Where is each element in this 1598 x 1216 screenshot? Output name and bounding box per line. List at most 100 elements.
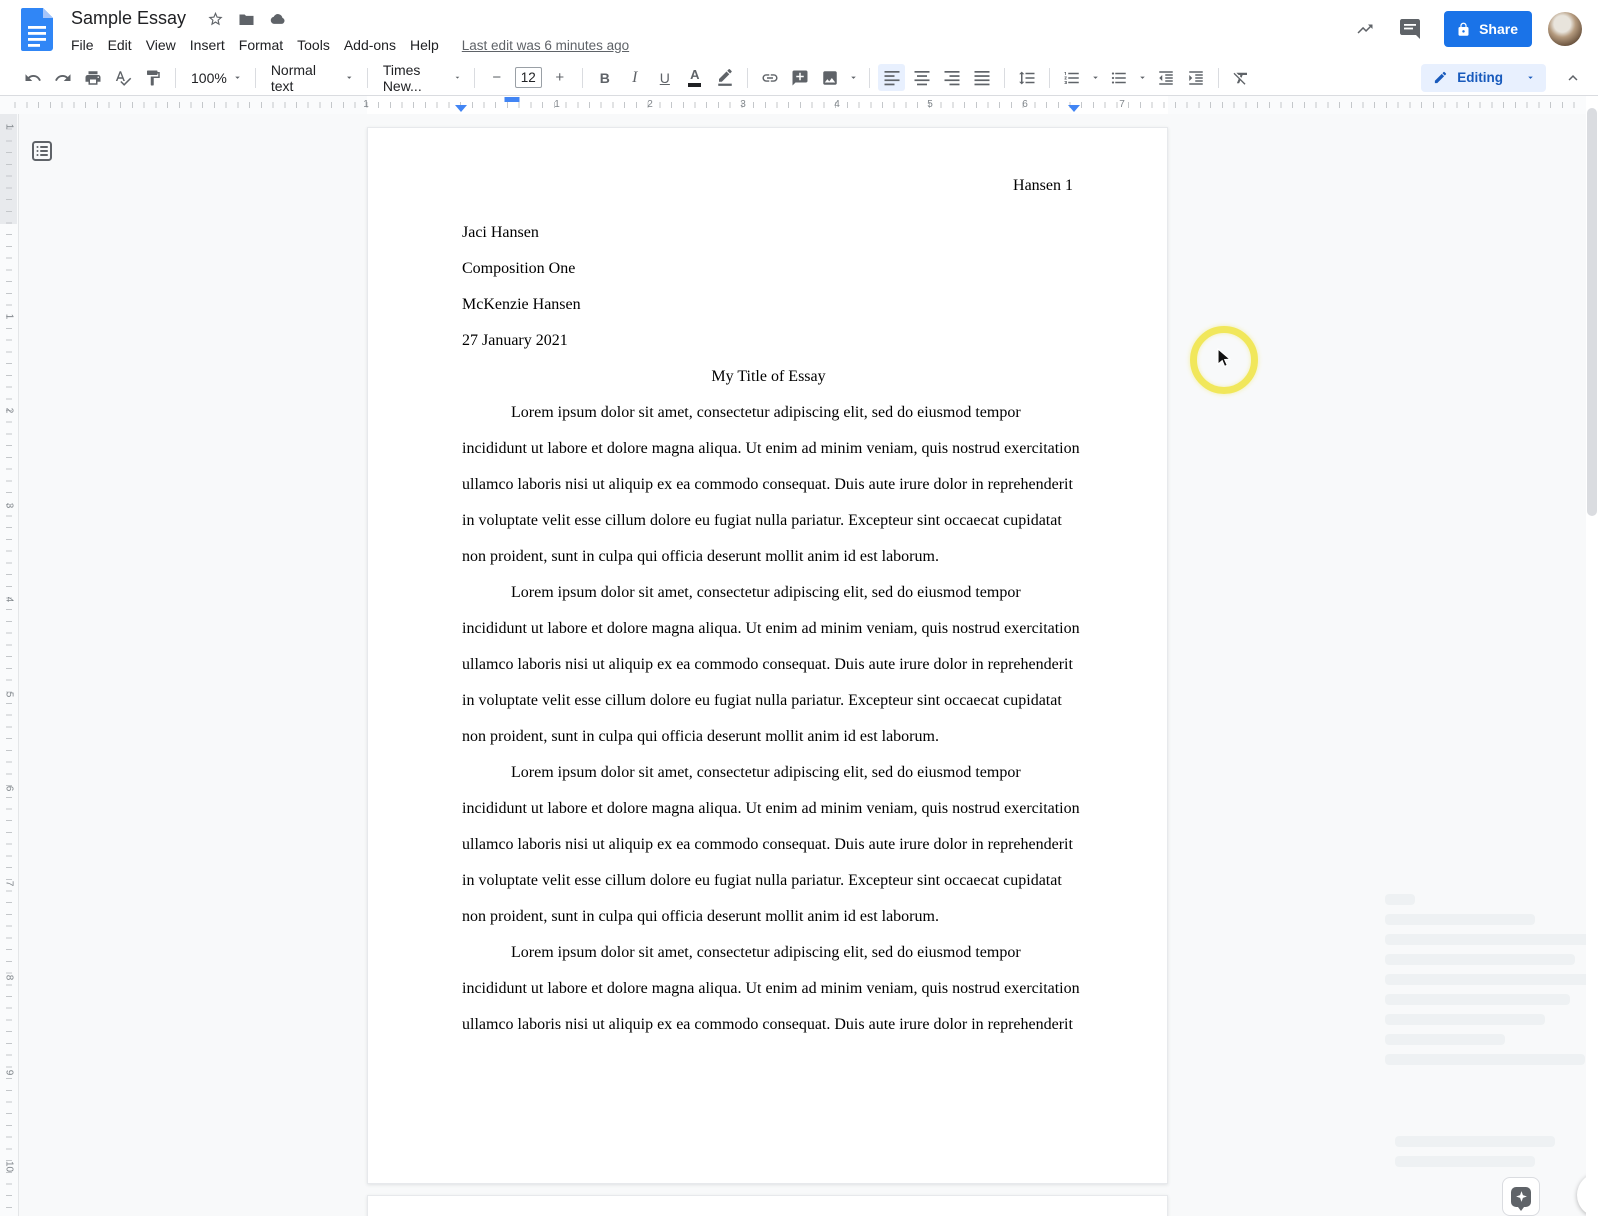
hide-menus-button[interactable] bbox=[1560, 65, 1586, 91]
menu-edit[interactable]: Edit bbox=[101, 34, 139, 56]
document-line[interactable]: in voluptate velit esse cillum dolore eu… bbox=[462, 863, 1075, 899]
document-line[interactable]: ullamco laboris nisi ut aliquip ex ea co… bbox=[462, 1007, 1075, 1043]
first-line-indent-marker[interactable] bbox=[504, 97, 520, 102]
document-line[interactable]: ullamco laboris nisi ut aliquip ex ea co… bbox=[462, 827, 1075, 863]
spell-check-button[interactable] bbox=[110, 64, 137, 91]
decrease-indent-button[interactable] bbox=[1152, 64, 1179, 91]
document-line[interactable]: Lorem ipsum dolor sit amet, consectetur … bbox=[462, 755, 1075, 791]
document-line[interactable]: ullamco laboris nisi ut aliquip ex ea co… bbox=[462, 467, 1075, 503]
share-button[interactable]: Share bbox=[1444, 11, 1532, 47]
document-line[interactable]: Lorem ipsum dolor sit amet, consectetur … bbox=[462, 935, 1075, 971]
page-2[interactable] bbox=[367, 1195, 1168, 1216]
print-button[interactable] bbox=[80, 64, 107, 91]
text-color-button[interactable]: A bbox=[681, 64, 708, 91]
document-title-line[interactable]: My Title of Essay bbox=[462, 359, 1075, 395]
right-indent-marker[interactable] bbox=[1068, 105, 1080, 112]
vruler-label: 6 bbox=[3, 785, 15, 792]
redo-button[interactable] bbox=[50, 64, 77, 91]
menu-format[interactable]: Format bbox=[232, 34, 290, 56]
document-line[interactable]: non proident, sunt in culpa qui officia … bbox=[462, 719, 1075, 755]
hruler-label: 1 bbox=[554, 98, 560, 110]
document-line[interactable]: incididunt ut labore et dolore magna ali… bbox=[462, 791, 1080, 827]
numbered-list-dropdown[interactable] bbox=[1088, 64, 1102, 91]
document-line[interactable]: incididunt ut labore et dolore magna ali… bbox=[462, 971, 1080, 1007]
paragraph-style-select[interactable]: Normal text bbox=[263, 62, 360, 94]
editing-mode-button[interactable]: Editing bbox=[1421, 63, 1546, 92]
document-line[interactable]: Composition One bbox=[462, 251, 1075, 287]
document-line[interactable]: in voluptate velit esse cillum dolore eu… bbox=[462, 683, 1075, 719]
insights-icon[interactable] bbox=[1356, 20, 1374, 38]
menu-insert[interactable]: Insert bbox=[183, 34, 232, 56]
bold-button[interactable]: B bbox=[591, 64, 618, 91]
document-line[interactable]: non proident, sunt in culpa qui officia … bbox=[462, 899, 1075, 935]
italic-button[interactable]: I bbox=[621, 64, 648, 91]
vertical-ruler[interactable]: 1 1 2 3 4 5 6 7 8 9 10 bbox=[0, 114, 19, 1216]
font-family-select[interactable]: Times New... bbox=[375, 62, 467, 94]
document-line[interactable]: Jaci Hansen bbox=[462, 215, 1075, 251]
chevron-down-icon bbox=[347, 76, 352, 79]
justify-button[interactable] bbox=[968, 64, 995, 91]
explore-button[interactable] bbox=[1502, 1177, 1540, 1216]
cloud-saved-icon[interactable] bbox=[269, 10, 286, 27]
comments-icon[interactable] bbox=[1398, 17, 1422, 41]
document-line[interactable]: Lorem ipsum dolor sit amet, consectetur … bbox=[462, 575, 1075, 611]
menu-help[interactable]: Help bbox=[403, 34, 446, 56]
vruler-label: 8 bbox=[3, 974, 15, 981]
insert-image-dropdown[interactable] bbox=[846, 64, 860, 91]
menu-addons[interactable]: Add-ons bbox=[337, 34, 403, 56]
bulleted-list-button[interactable] bbox=[1105, 64, 1132, 91]
show-document-outline-button[interactable] bbox=[30, 139, 54, 163]
ruler-ticks bbox=[4, 102, 1584, 108]
menu-file[interactable]: File bbox=[64, 34, 101, 56]
highlight-color-button[interactable] bbox=[711, 64, 738, 91]
scrollbar-track[interactable] bbox=[1586, 96, 1598, 1216]
document-line[interactable]: non proident, sunt in culpa qui officia … bbox=[462, 539, 1075, 575]
left-indent-marker[interactable] bbox=[455, 105, 467, 112]
scrollbar-thumb[interactable] bbox=[1587, 108, 1597, 516]
font-size-input[interactable]: 12 bbox=[514, 67, 542, 88]
underline-button[interactable]: U bbox=[651, 64, 678, 91]
increase-indent-button[interactable] bbox=[1182, 64, 1209, 91]
page-1[interactable]: Hansen 1 Jaci Hansen Composition One McKen… bbox=[367, 127, 1168, 1184]
google-docs-logo[interactable] bbox=[21, 8, 53, 51]
menubar: File Edit View Insert Format Tools Add-ons Help… bbox=[64, 32, 629, 58]
undo-button[interactable] bbox=[20, 64, 47, 91]
document-line[interactable]: McKenzie Hansen bbox=[462, 287, 1075, 323]
move-to-folder-icon[interactable] bbox=[238, 10, 255, 27]
pencil-icon bbox=[1435, 71, 1447, 84]
line-spacing-button[interactable] bbox=[1013, 64, 1040, 91]
paint-format-button[interactable] bbox=[140, 64, 167, 91]
horizontal-ruler[interactable]: 1 1 2 3 4 5 6 7 bbox=[0, 96, 1598, 114]
vruler-label: 5 bbox=[3, 691, 15, 698]
document-line[interactable]: in voluptate velit esse cillum dolore eu… bbox=[462, 503, 1075, 539]
document-line[interactable]: incididunt ut labore et dolore magna ali… bbox=[462, 431, 1080, 467]
increase-font-size-button[interactable]: + bbox=[546, 64, 573, 91]
document-line[interactable]: incididunt ut labore et dolore magna ali… bbox=[462, 611, 1080, 647]
zoom-select[interactable]: 100% bbox=[183, 65, 248, 91]
align-left-button[interactable] bbox=[878, 64, 906, 91]
vruler-label: 1 bbox=[3, 313, 15, 320]
align-center-button[interactable] bbox=[908, 64, 935, 91]
vruler-label: 7 bbox=[3, 880, 15, 887]
hruler-label: 5 bbox=[927, 98, 933, 110]
document-line[interactable]: Lorem ipsum dolor sit amet, consectetur … bbox=[462, 395, 1075, 431]
titlebar: Sample Essay File Edit View Insert Format Too… bbox=[0, 0, 1598, 60]
bulleted-list-dropdown[interactable] bbox=[1135, 64, 1149, 91]
insert-image-button[interactable] bbox=[816, 64, 843, 91]
add-comment-button[interactable] bbox=[786, 64, 813, 91]
numbered-list-button[interactable] bbox=[1058, 64, 1085, 91]
last-edit-link[interactable]: Last edit was 6 minutes ago bbox=[462, 38, 629, 53]
menu-tools[interactable]: Tools bbox=[290, 34, 337, 56]
document-title[interactable]: Sample Essay bbox=[71, 8, 186, 29]
document-body[interactable]: Jaci Hansen Composition One McKenzie Hanse… bbox=[462, 215, 1080, 1043]
decrease-font-size-button[interactable]: − bbox=[483, 64, 510, 91]
star-icon[interactable] bbox=[207, 10, 224, 27]
align-right-button[interactable] bbox=[938, 64, 965, 91]
document-line[interactable]: ullamco laboris nisi ut aliquip ex ea co… bbox=[462, 647, 1075, 683]
clear-formatting-button[interactable] bbox=[1227, 64, 1254, 91]
insert-link-button[interactable] bbox=[756, 64, 783, 91]
menu-view[interactable]: View bbox=[139, 34, 183, 56]
account-avatar[interactable] bbox=[1548, 12, 1582, 46]
document-line[interactable]: 27 January 2021 bbox=[462, 323, 1075, 359]
page-header-text[interactable]: Hansen 1 bbox=[1013, 168, 1073, 204]
